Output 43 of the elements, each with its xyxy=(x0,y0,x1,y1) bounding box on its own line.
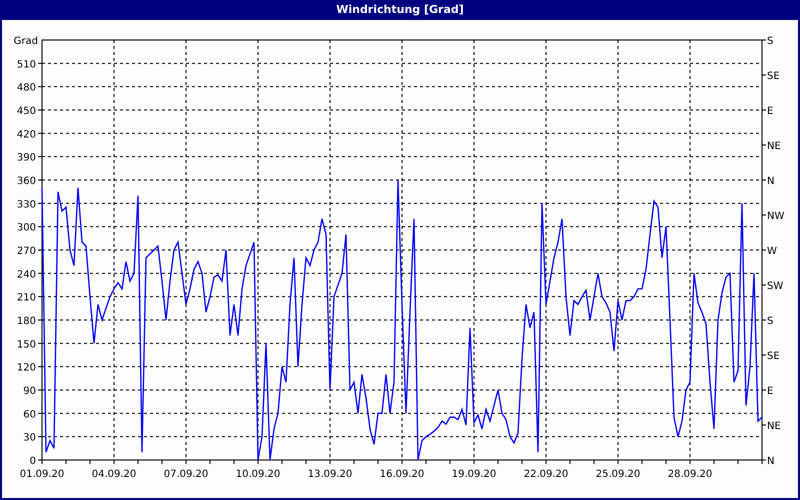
compass-tick-label: S xyxy=(767,36,774,47)
y-tick-label: 30 xyxy=(23,432,36,444)
compass-tick-label: SE xyxy=(767,351,780,362)
compass-tick-label: SE xyxy=(767,71,780,82)
y-tick-label: 270 xyxy=(16,246,36,257)
y-tick-label: 360 xyxy=(16,176,36,187)
x-tick-label: 22.09.20 xyxy=(524,469,568,480)
y-tick-label: 480 xyxy=(16,82,36,94)
x-tick-label: 28.09.20 xyxy=(668,469,712,480)
x-tick-label: 10.09.20 xyxy=(236,469,280,480)
compass-tick-label: E xyxy=(767,106,774,117)
compass-tick-label: S xyxy=(767,316,774,327)
y-tick-label: 60 xyxy=(23,409,36,420)
x-tick-label: 16.09.20 xyxy=(380,469,424,480)
compass-tick-label: N xyxy=(767,456,774,467)
compass-tick-label: NE xyxy=(767,421,781,432)
y-tick-label: 0 xyxy=(30,456,36,467)
y-tick-label: 90 xyxy=(23,386,36,397)
y-tick-label: 210 xyxy=(16,292,36,304)
y-tick-label: 300 xyxy=(16,222,36,234)
x-tick-label: 13.09.20 xyxy=(308,469,352,480)
y-tick-label: 180 xyxy=(16,316,36,327)
compass-tick-label: W xyxy=(767,246,777,257)
y-tick-label: 420 xyxy=(16,129,36,140)
compass-tick-label: N xyxy=(767,176,774,187)
y-tick-label: 120 xyxy=(16,362,36,374)
x-tick-label: 25.09.20 xyxy=(596,469,640,480)
compass-tick-label: E xyxy=(767,386,774,397)
y-tick-label: 510 xyxy=(16,59,36,70)
x-tick-label: 19.09.20 xyxy=(452,469,496,480)
x-tick-label: 04.09.20 xyxy=(92,469,136,480)
y-axis-title: Grad xyxy=(14,36,38,47)
y-tick-label: 390 xyxy=(16,152,36,164)
y-tick-label: 330 xyxy=(16,199,36,210)
window-title: Windrichtung [Grad] xyxy=(335,2,465,18)
compass-tick-label: NW xyxy=(767,211,784,222)
y-tick-label: 150 xyxy=(16,339,36,350)
x-tick-label: 07.09.20 xyxy=(164,469,208,480)
compass-tick-label: NE xyxy=(767,141,781,152)
x-tick-label: 01.09.20 xyxy=(20,469,64,480)
y-tick-label: 240 xyxy=(16,269,36,280)
y-tick-label: 450 xyxy=(16,106,36,117)
compass-tick-label: SW xyxy=(767,281,784,292)
